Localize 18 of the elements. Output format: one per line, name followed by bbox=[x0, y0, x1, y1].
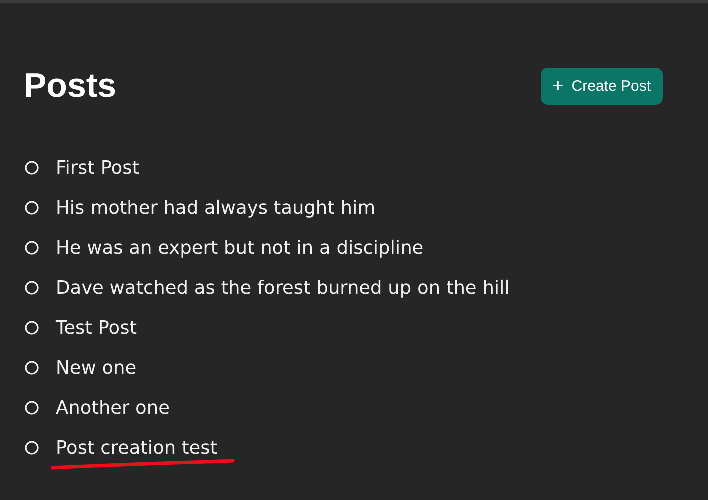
circle-icon bbox=[25, 361, 39, 375]
circle-icon bbox=[25, 321, 39, 335]
post-title[interactable]: His mother had always taught him bbox=[56, 198, 376, 218]
circle-icon bbox=[25, 441, 39, 455]
page-title: Posts bbox=[24, 67, 117, 106]
circle-icon bbox=[25, 161, 39, 175]
create-post-button[interactable]: + Create Post bbox=[540, 68, 663, 105]
circle-icon bbox=[25, 241, 39, 255]
circle-icon bbox=[25, 401, 39, 415]
post-title[interactable]: Post creation test bbox=[56, 438, 218, 458]
post-title[interactable]: Dave watched as the forest burned up on the hill bbox=[56, 278, 510, 298]
post-title[interactable]: First Post bbox=[56, 158, 140, 178]
post-title[interactable]: Another one bbox=[56, 398, 170, 418]
post-title[interactable]: New one bbox=[56, 358, 137, 378]
post-title[interactable]: He was an expert but not in a discipline bbox=[56, 238, 424, 258]
circle-icon bbox=[25, 201, 39, 215]
post-title[interactable]: Test Post bbox=[56, 318, 138, 338]
circle-icon bbox=[25, 281, 39, 295]
